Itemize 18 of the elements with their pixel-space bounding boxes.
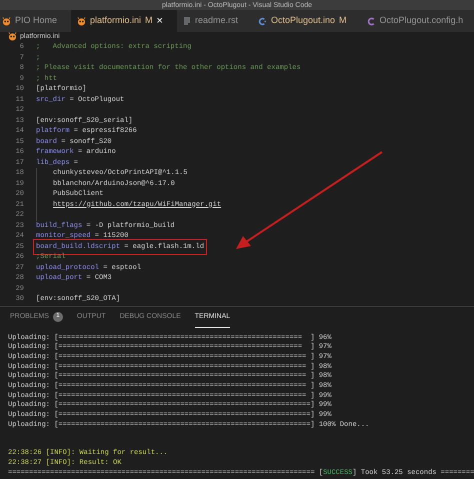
alien-icon bbox=[2, 16, 11, 26]
c-language-icon bbox=[258, 16, 267, 26]
modified-label: M bbox=[339, 14, 347, 28]
tab-label: PIO Home bbox=[15, 14, 58, 28]
tab-label: OctoPlugout.config.h bbox=[380, 14, 464, 28]
modified-label: M bbox=[145, 14, 153, 28]
editor-tab[interactable]: platformio.ini M × bbox=[71, 10, 177, 32]
document-icon bbox=[182, 17, 191, 25]
editor-tab[interactable]: OctoPlugout.ino M bbox=[252, 10, 361, 32]
editor-tab[interactable]: PIO Home bbox=[0, 10, 72, 32]
alien-icon bbox=[77, 16, 86, 26]
editor-tab[interactable]: OctoPlugout.config.h bbox=[360, 10, 474, 32]
c-language-icon bbox=[366, 16, 376, 26]
tab-label: OctoPlugout.ino bbox=[271, 14, 336, 28]
close-button[interactable]: × bbox=[156, 16, 163, 26]
tab-label: platformio.ini bbox=[90, 14, 142, 28]
editor-tab[interactable]: readme.rst bbox=[176, 10, 252, 32]
tab-label: readme.rst bbox=[194, 14, 238, 28]
